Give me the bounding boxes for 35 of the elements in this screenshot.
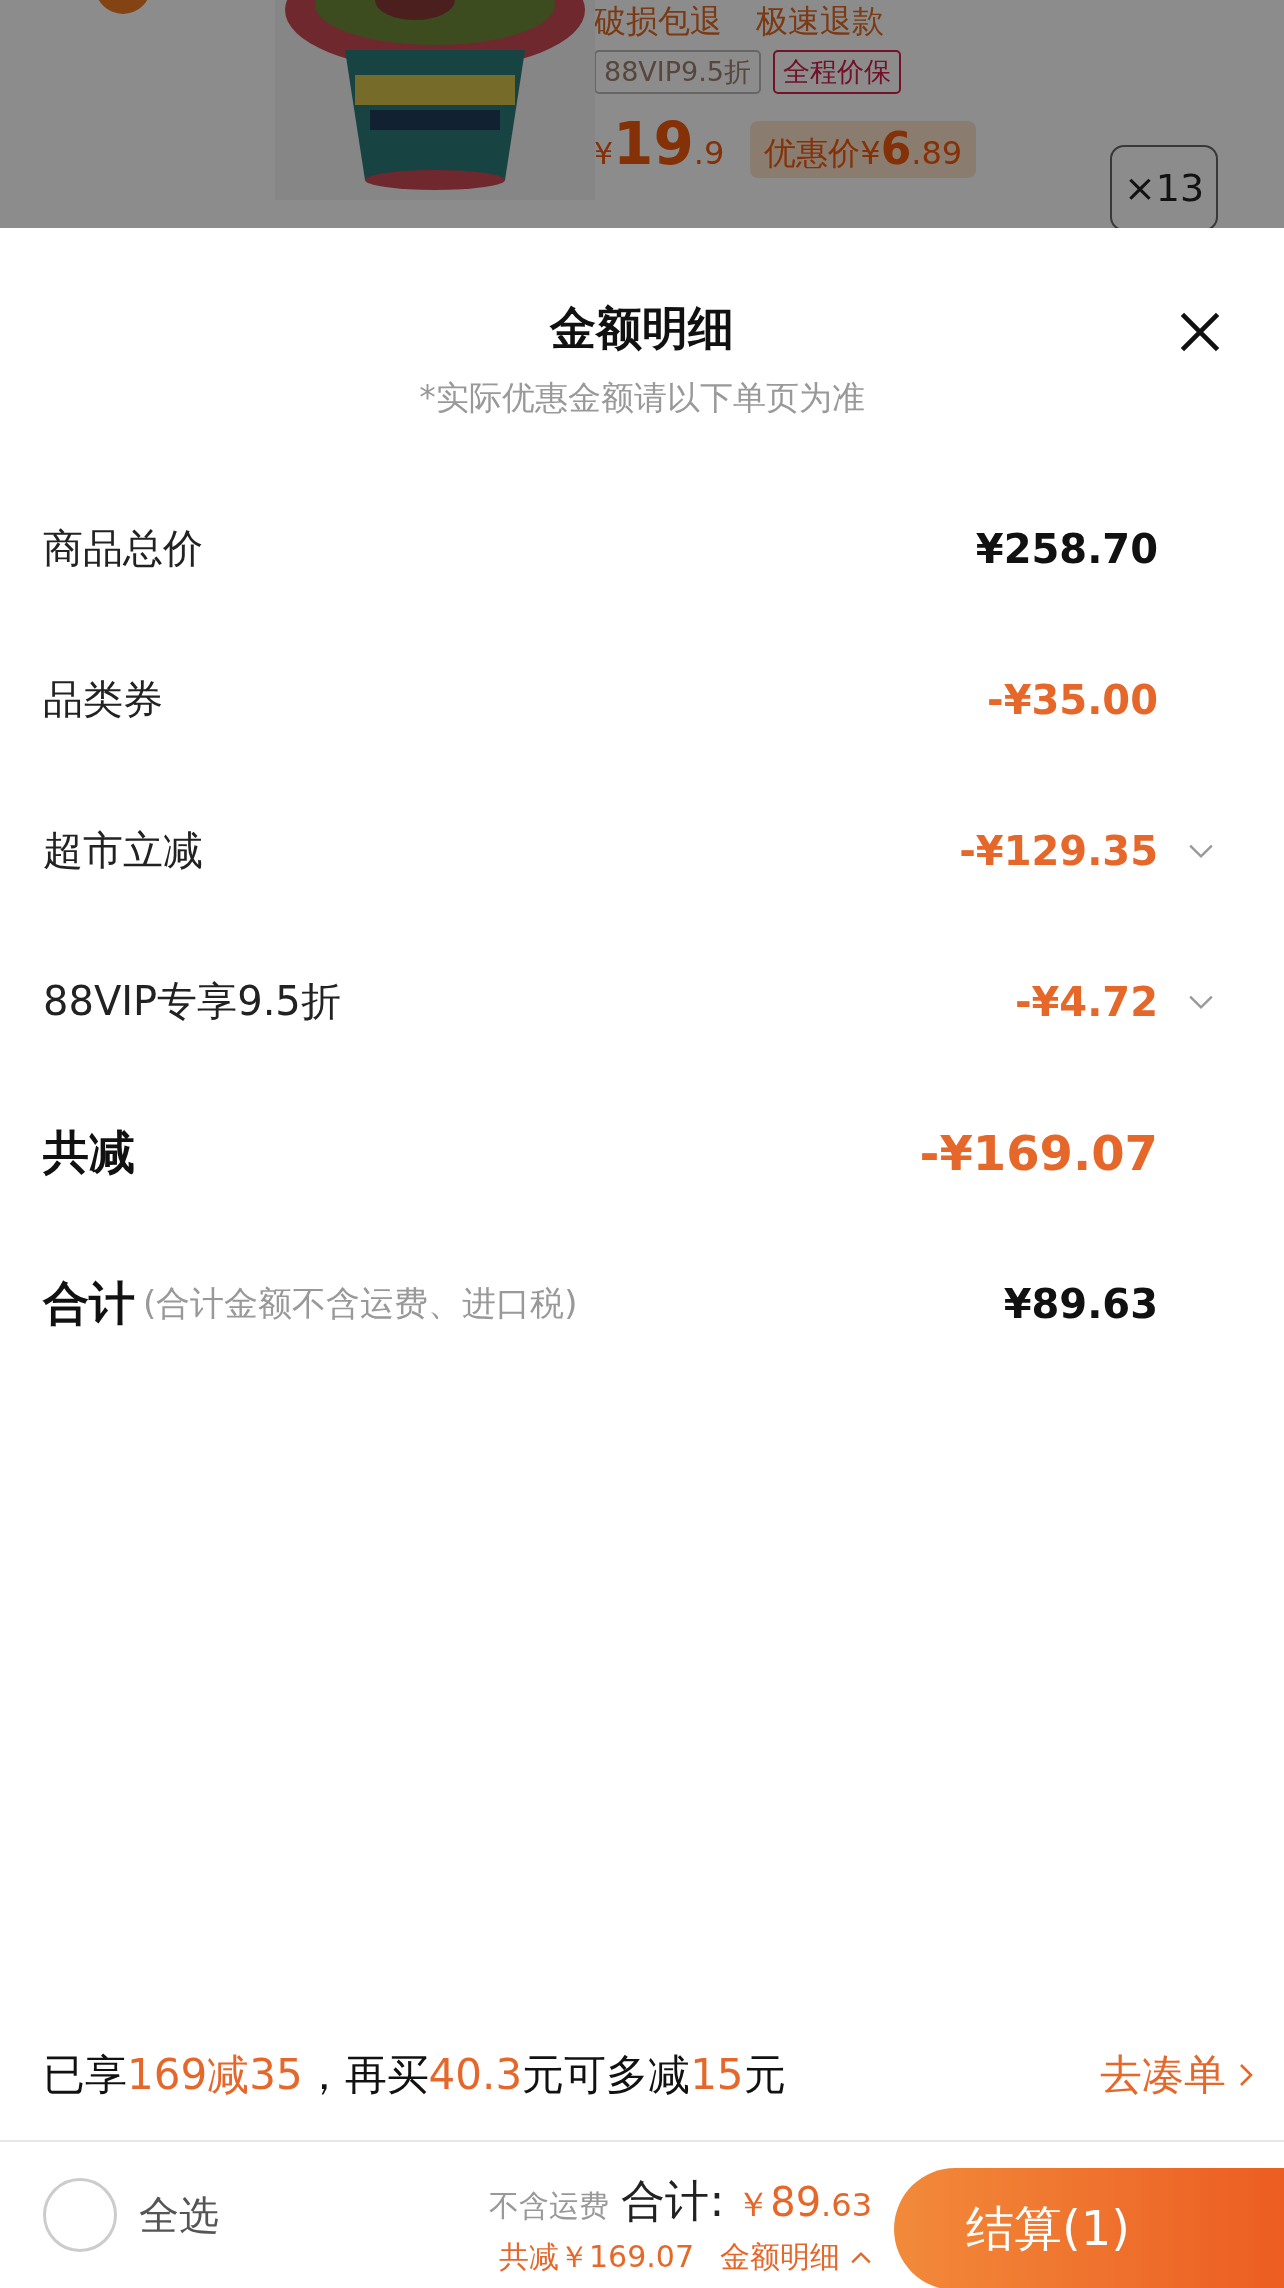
row-label: 超市立减: [43, 826, 203, 875]
shipping-note: 不含运费: [489, 2187, 610, 2225]
chevron-right-icon: [1238, 2062, 1254, 2088]
row-label: 88VIP专享9.5折: [43, 977, 341, 1026]
total-amount: ￥89.63: [736, 2179, 872, 2227]
close-button[interactable]: [1178, 310, 1222, 354]
amount-text: -¥4.72: [1014, 978, 1158, 1025]
price: ¥19.9: [594, 110, 725, 178]
saved-amount: 共减￥169.07: [499, 2238, 694, 2276]
row-label: 合计: [43, 1274, 135, 1332]
select-all-radio[interactable]: [43, 2178, 117, 2252]
total-label: 合计:: [621, 2174, 725, 2228]
sheet-title: 金额明细: [550, 300, 734, 357]
row-label: 商品总价: [43, 524, 203, 573]
amount-text: -¥35.00: [987, 676, 1158, 723]
promo-tag: 88VIP9.5折: [594, 50, 761, 94]
promo-tag: 全程价保: [773, 50, 901, 94]
disclaimer-text: *实际优惠金额请以下单页为准: [419, 377, 865, 419]
promo-message: 已享169减35，再买40.3元可多减15元: [43, 2049, 786, 2101]
discount-price: 优惠价¥6.89: [750, 121, 977, 178]
add-items-link[interactable]: 去凑单: [1100, 2047, 1254, 2103]
service-tag: 破损包退: [594, 2, 722, 40]
details-link[interactable]: 金额明细: [720, 2237, 872, 2278]
amount-text: ¥89.63: [1003, 1280, 1158, 1327]
close-icon: [1178, 310, 1222, 354]
row-note: (合计金额不含运费、进口税): [143, 1281, 578, 1325]
checkout-button[interactable]: 结算(1): [894, 2168, 1284, 2288]
quantity-button[interactable]: ×13: [1110, 145, 1218, 228]
amount-text: -¥169.07: [919, 1124, 1158, 1181]
select-all-label[interactable]: 全选: [139, 2187, 219, 2243]
row-label: 品类券: [43, 675, 163, 724]
row-label: 共减: [43, 1123, 135, 1181]
service-tag: 极速退款: [756, 2, 884, 40]
amount-text: -¥129.35: [959, 827, 1158, 874]
amount-text: ¥258.70: [975, 525, 1158, 572]
